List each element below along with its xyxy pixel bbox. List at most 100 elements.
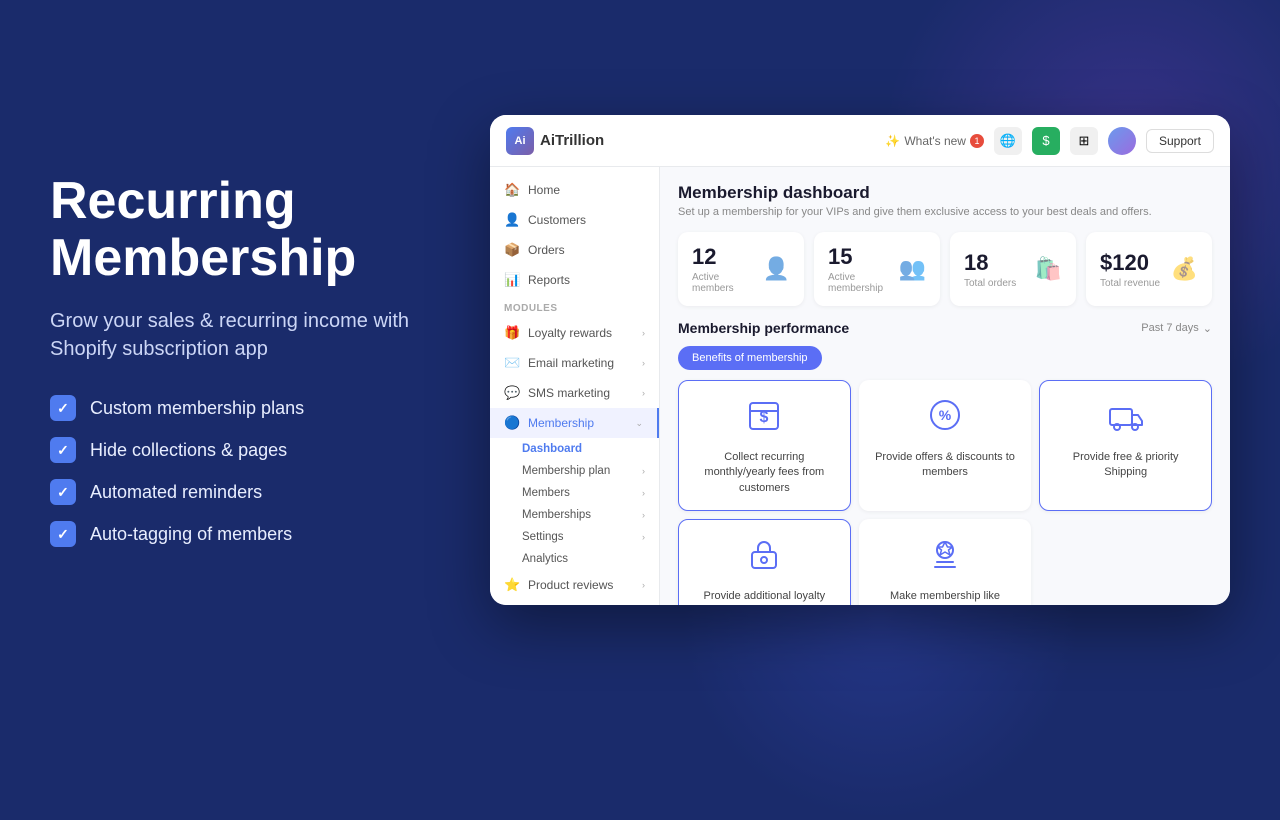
membership-nav-label: Membership	[528, 416, 594, 430]
recurring-fees-icon: $	[744, 395, 784, 442]
shipping-text: Provide free & priority Shipping	[1050, 450, 1201, 481]
period-label: Past 7 days	[1141, 322, 1198, 334]
loyalty-label: Loyalty rewards	[528, 326, 612, 340]
stat-active-membership-info: 15 Active membership	[828, 244, 899, 294]
period-select[interactable]: Past 7 days ⌄	[1141, 322, 1212, 335]
active-membership-label: Active membership	[828, 272, 899, 294]
loyalty-points-text: Provide additional loyalty points to mem…	[689, 589, 840, 605]
prime-text: Make membership like Amazon Prime & Netf…	[870, 589, 1021, 605]
sub-nav-memberships[interactable]: Memberships ›	[490, 504, 659, 526]
membership-plan-arrow: ›	[642, 466, 645, 476]
email-icon: ✉️	[504, 355, 520, 371]
tab-benefits[interactable]: Benefits of membership	[678, 346, 822, 370]
home-icon: 🏠	[504, 182, 520, 198]
loyalty-points-icon	[744, 534, 784, 581]
feature-label-3: Automated reminders	[90, 482, 262, 503]
sub-nav-membership-plan[interactable]: Membership plan ›	[490, 460, 659, 482]
check-icon-1	[50, 395, 76, 421]
loyalty-icon: 🎁	[504, 325, 520, 341]
sub-nav-settings[interactable]: Settings ›	[490, 526, 659, 548]
reviews-label: Product reviews	[528, 578, 613, 592]
language-icon[interactable]: 🌐	[994, 127, 1022, 155]
sidebar-item-sms[interactable]: 💬 SMS marketing ›	[490, 378, 659, 408]
feature-item-2: Hide collections & pages	[50, 437, 470, 463]
sidebar-item-reports[interactable]: 📊 Reports	[490, 265, 659, 295]
sub-nav-analytics[interactable]: Analytics	[490, 548, 659, 570]
total-revenue-number: $120	[1100, 250, 1160, 276]
left-panel: RecurringMembership Grow your sales & re…	[50, 173, 470, 547]
dashboard-title: Membership dashboard	[678, 183, 1212, 203]
email-arrow-icon: ›	[642, 358, 645, 368]
sms-arrow-icon: ›	[642, 388, 645, 398]
reports-label: Reports	[528, 273, 570, 287]
main-content: Membership dashboard Set up a membership…	[660, 167, 1230, 605]
memberships-label: Memberships	[522, 509, 591, 521]
benefit-card-discounts[interactable]: % Provide offers & discounts to members	[859, 380, 1032, 511]
hero-title: RecurringMembership	[50, 173, 470, 287]
feature-item-1: Custom membership plans	[50, 395, 470, 421]
reports-icon: 📊	[504, 272, 520, 288]
sidebar-item-membership[interactable]: 🔵 Membership ⌄	[490, 408, 659, 438]
stat-active-members: 12 Active members 👤	[678, 232, 804, 306]
benefit-card-shipping[interactable]: Provide free & priority Shipping	[1039, 380, 1212, 511]
stat-total-orders: 18 Total orders 🛍️	[950, 232, 1076, 306]
total-orders-label: Total orders	[964, 278, 1016, 289]
support-button[interactable]: Support	[1146, 129, 1214, 153]
sub-nav-members[interactable]: Members ›	[490, 482, 659, 504]
sparkle-icon: ✨	[885, 134, 900, 148]
stat-total-revenue-info: $120 Total revenue	[1100, 250, 1160, 289]
feature-label-1: Custom membership plans	[90, 398, 304, 419]
active-members-icon: 👤	[763, 256, 790, 282]
feature-item-3: Automated reminders	[50, 479, 470, 505]
tab-row: Benefits of membership	[678, 346, 1212, 370]
currency-icon[interactable]: $	[1032, 127, 1060, 155]
main-container: RecurringMembership Grow your sales & re…	[50, 115, 1230, 605]
logo-area: Ai AiTrillion	[506, 127, 604, 155]
sidebar-item-email[interactable]: ✉️ Email marketing ›	[490, 348, 659, 378]
customers-icon: 👤	[504, 212, 520, 228]
app-body: 🏠 Home 👤 Customers 📦 Orders 📊 Reports MO…	[490, 167, 1230, 605]
grid-icon[interactable]: ⊞	[1070, 127, 1098, 155]
settings-arrow: ›	[642, 532, 645, 542]
loyalty-arrow-icon: ›	[642, 328, 645, 338]
benefit-card-recurring[interactable]: $ Collect recurring monthly/yearly fees …	[678, 380, 851, 511]
logo-text: AiTrillion	[540, 132, 604, 149]
total-orders-icon: 🛍️	[1035, 256, 1062, 282]
ai-trillion-logo-icon: Ai	[506, 127, 534, 155]
svg-text:%: %	[939, 407, 952, 423]
feature-label-4: Auto-tagging of members	[90, 524, 292, 545]
active-members-label: Active members	[692, 272, 763, 294]
sidebar-item-home[interactable]: 🏠 Home	[490, 175, 659, 205]
orders-label: Orders	[528, 243, 565, 257]
feature-label-2: Hide collections & pages	[90, 440, 287, 461]
sidebar-item-customers[interactable]: 👤 Customers	[490, 205, 659, 235]
membership-icon: 🔵	[504, 415, 520, 431]
stats-row: 12 Active members 👤 15 Active membership…	[678, 232, 1212, 306]
check-icon-4	[50, 521, 76, 547]
sub-nav-dashboard[interactable]: Dashboard	[490, 438, 659, 460]
whats-new-button[interactable]: ✨ What's new 1	[885, 134, 984, 148]
benefits-grid: $ Collect recurring monthly/yearly fees …	[678, 380, 1212, 605]
notification-badge: 1	[970, 134, 984, 148]
recurring-fees-text: Collect recurring monthly/yearly fees fr…	[689, 450, 840, 496]
hero-subtitle: Grow your sales & recurring income with …	[50, 307, 470, 363]
reviews-icon: ⭐	[504, 577, 520, 593]
check-icon-2	[50, 437, 76, 463]
members-label: Members	[522, 487, 570, 499]
benefit-card-prime[interactable]: Make membership like Amazon Prime & Netf…	[859, 519, 1032, 605]
discounts-text: Provide offers & discounts to members	[870, 450, 1021, 481]
whats-new-label: What's new	[904, 134, 966, 148]
benefit-card-loyalty[interactable]: Provide additional loyalty points to mem…	[678, 519, 851, 605]
sidebar-item-orders[interactable]: 📦 Orders	[490, 235, 659, 265]
sidebar-item-product-reviews[interactable]: ⭐ Product reviews ›	[490, 570, 659, 600]
total-revenue-label: Total revenue	[1100, 278, 1160, 289]
stat-active-membership: 15 Active membership 👥	[814, 232, 940, 306]
customers-label: Customers	[528, 213, 586, 227]
sidebar-item-product-recommend[interactable]: 🔄 Product recomme... ›	[490, 600, 659, 605]
total-orders-number: 18	[964, 250, 1016, 276]
total-revenue-icon: 💰	[1171, 256, 1198, 282]
email-label: Email marketing	[528, 356, 614, 370]
performance-title: Membership performance	[678, 320, 849, 336]
sidebar-item-loyalty[interactable]: 🎁 Loyalty rewards ›	[490, 318, 659, 348]
user-avatar[interactable]	[1108, 127, 1136, 155]
